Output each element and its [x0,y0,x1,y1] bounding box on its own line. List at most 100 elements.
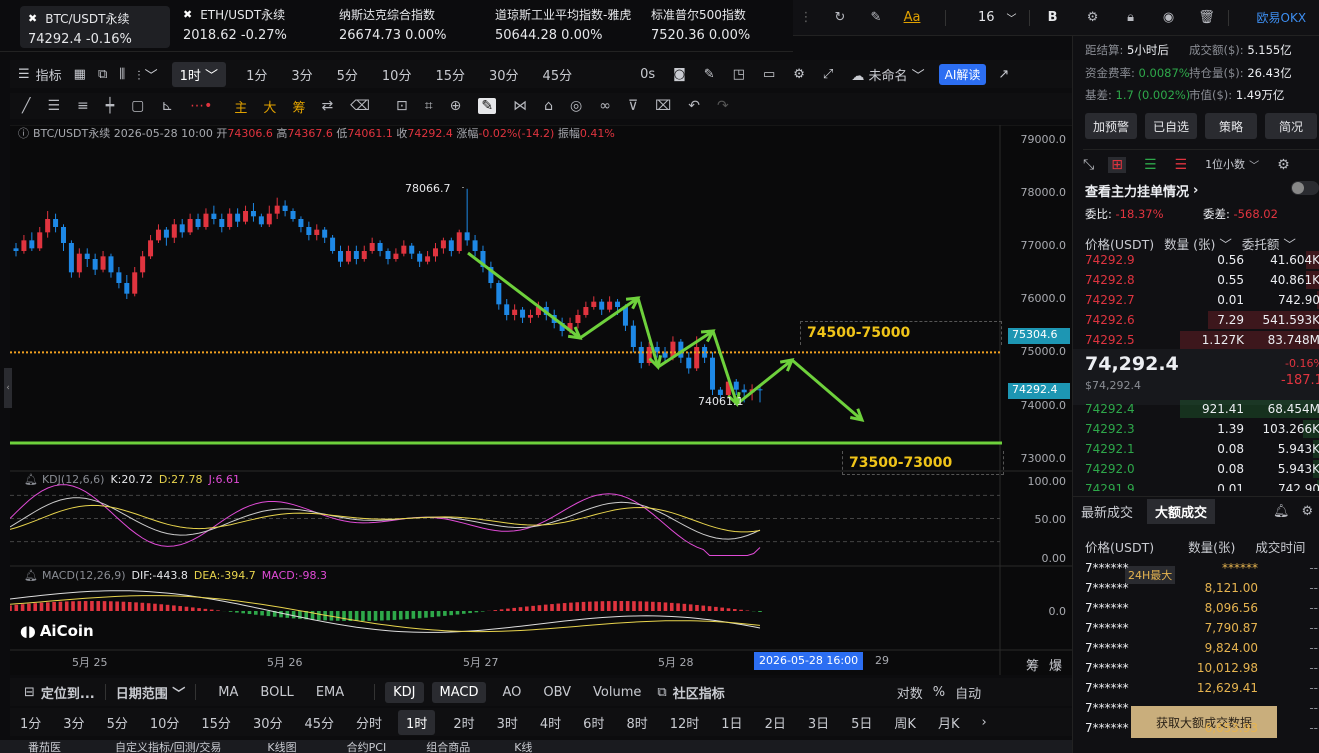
collapse-left-handle[interactable]: ‹ [4,368,12,408]
share-icon[interactable]: ↗ [992,67,1015,82]
alert-button[interactable]: 加预警 [1085,113,1137,139]
interval-3m[interactable]: 3分 [285,65,318,84]
camera-icon[interactable]: ◙ [667,67,692,82]
interval-45m[interactable]: 45分 [537,65,579,84]
interval-5m[interactable]: 5分 [331,65,364,84]
interval-15[interactable]: 1日 [721,713,742,732]
auto-toggle[interactable]: 自动 [955,683,981,702]
interval-14[interactable]: 12时 [670,713,700,732]
interval-10m[interactable]: 10分 [376,65,418,84]
ruler-icon[interactable]: ⊾ [161,98,173,114]
ai-button[interactable]: AI解读 [938,63,987,85]
chevron-right-icon[interactable]: › [981,715,986,730]
eye-icon[interactable]: ◎ [570,98,582,114]
trade-row[interactable]: 7****** 7,790.87 -- [1073,618,1319,638]
trade-row[interactable]: 7****** 12,629.41 -- [1073,678,1319,698]
swap-icon[interactable]: ⇄ [321,98,333,114]
orderbook-row[interactable]: 74292.6 7.29 541.593K [1073,310,1319,330]
percent-toggle[interactable]: % [933,685,945,700]
trash-icon[interactable]: 🗑︎ [1196,7,1218,29]
date-range-select[interactable]: 日期范围 ﹀ [116,683,186,702]
bids-only-icon[interactable]: ☰ [1144,157,1157,173]
redo-icon[interactable]: ↷ [717,98,729,114]
sub-kdj[interactable]: KDJ [385,681,424,703]
interval-10[interactable]: 3时 [497,713,518,732]
interval-5[interactable]: 30分 [253,713,283,732]
big-label[interactable]: 大 [263,97,276,116]
bold-button[interactable]: B [1042,7,1064,29]
interval-13[interactable]: 8时 [626,713,647,732]
watchlist-button[interactable]: 已自选 [1145,113,1197,139]
tag-icon[interactable]: ⌗ [425,98,433,114]
font-size-select[interactable]: 16 ﹀ [978,10,1017,25]
rect-icon[interactable]: ▢ [131,98,144,114]
precision-select[interactable]: 1位小数 [1205,158,1245,171]
orderbook-row[interactable]: 74292.5 1.127K 83.748M [1073,330,1319,350]
main-orders-link[interactable]: 查看主力挂单情况 › [1085,181,1198,200]
bar-type-icon[interactable]: ⫶ ﹀ [131,65,163,84]
compare-icon[interactable]: ⧉ [92,67,113,82]
tab-big-trades[interactable]: 大额成交 [1147,499,1216,524]
ind-ema[interactable]: EMA [316,685,344,700]
close-icon[interactable]: ✖ [183,8,192,21]
parallel-icon[interactable]: ≡ [77,98,89,114]
sub-obv[interactable]: OBV [543,685,571,700]
interval-16[interactable]: 2日 [765,713,786,732]
replay-icon[interactable]: ↻ [829,7,851,29]
lock-icon[interactable]: 🔒︎ [1120,7,1142,29]
both-sides-icon[interactable]: ⊞ [1108,156,1126,173]
ticker-dow[interactable]: 道琼斯工业平均指数-雅虎 50644.28 0.00% [495,6,631,48]
clear-icon[interactable]: ⌫ [350,98,370,114]
trade-row[interactable]: 7****** 8,096.56 -- [1073,598,1319,618]
interval-6[interactable]: 45分 [304,713,334,732]
strategy-button[interactable]: 策略 [1205,113,1257,139]
orderbook-row[interactable]: 74292.9 0.56 41.604K [1073,250,1319,270]
ind-ma[interactable]: MA [218,685,238,700]
bell-icon[interactable]: 🔔︎ [1273,504,1290,519]
eye-icon[interactable]: ◉ [1158,7,1180,29]
chip-label[interactable]: 筹 [292,97,305,116]
interval-17[interactable]: 3日 [808,713,829,732]
text-icon[interactable]: ⊡ [396,98,408,114]
window-icon[interactable]: ◳ [727,67,751,82]
trade-row[interactable]: 7****** ****** -- [1073,558,1319,578]
tab-latest-trades[interactable]: 最新成交 [1081,502,1133,521]
link-icon[interactable]: ∞ [599,98,611,114]
footer-tab[interactable]: 组合商品 [426,740,470,753]
expand-icon[interactable]: ⤡ [1083,157,1094,173]
trade-row[interactable]: 7****** 9,824.00 -- [1073,638,1319,658]
interval-30m[interactable]: 30分 [483,65,525,84]
main-orders-toggle[interactable] [1291,181,1319,195]
interval-1m[interactable]: 1分 [240,65,273,84]
pen-icon[interactable]: ✎ [698,67,721,82]
community-indicator[interactable]: 社区指标 [673,683,725,702]
footer-tab[interactable]: 自定义指标/回测/交易 [115,740,221,753]
indicator-button[interactable]: 指标 [30,65,68,84]
template-icon[interactable]: ▭ [757,67,781,82]
bell-icon[interactable]: 🔔︎ [24,473,38,486]
interval-18[interactable]: 5日 [851,713,872,732]
locate-icon[interactable]: ⊟ [24,685,35,700]
footer-tab[interactable]: K线 [514,740,532,753]
close-icon[interactable]: ✖ [28,12,37,25]
sub-volume[interactable]: Volume [593,685,641,700]
burst-button[interactable]: 爆 [1049,655,1062,674]
cloud-icon[interactable]: ☁ 未命名 ﹀ [845,65,930,84]
interval-0[interactable]: 1分 [20,713,41,732]
interval-9[interactable]: 2时 [453,713,474,732]
grip-icon[interactable]: ⋮ [795,7,817,29]
exchange-link[interactable]: 欧易OKX [1257,9,1307,26]
interval-8[interactable]: 1时 [398,709,436,735]
interval-15m[interactable]: 15分 [429,65,471,84]
settings-icon[interactable]: ⚙ [1302,504,1314,519]
orderbook-row[interactable]: 74291.9 0.01 742.90 [1073,479,1319,491]
zoom-icon[interactable]: ⊕ [450,98,462,114]
log-scale-toggle[interactable]: 对数 [897,683,923,702]
zone-label-upper[interactable]: 74500-75000 [800,321,1002,345]
interval-12[interactable]: 6时 [583,713,604,732]
orderbook-row[interactable]: 74292.8 0.55 40.861K [1073,270,1319,290]
ticker-sp500[interactable]: 标准普尔500指数 7520.36 0.00% [651,6,750,48]
fullscreen-icon[interactable]: ⤢ [817,67,839,82]
dots-icon[interactable]: ⋯• [190,98,212,114]
settings-icon[interactable]: ⚙ [1082,7,1104,29]
